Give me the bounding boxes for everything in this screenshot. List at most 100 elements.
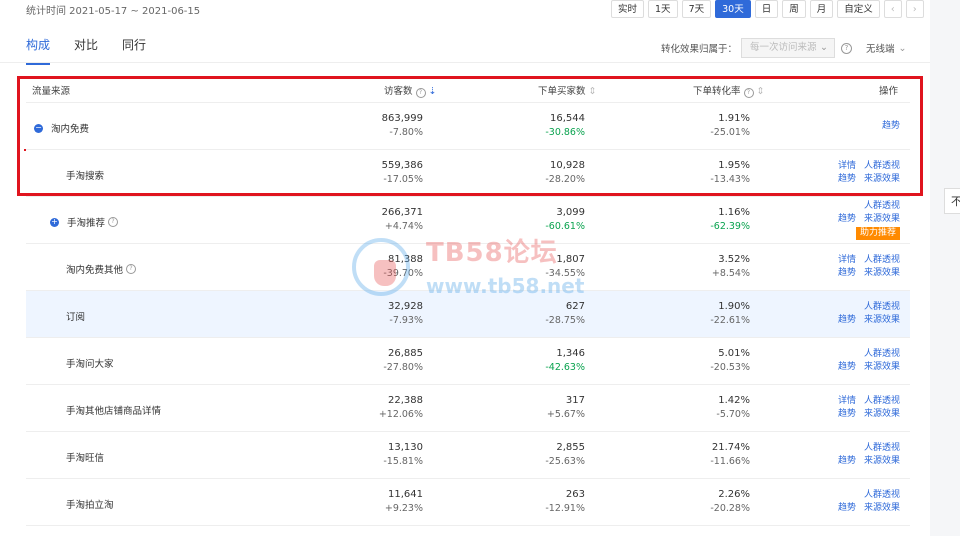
metric-cell: 2,855 -25.63% (475, 432, 585, 467)
header-conversion[interactable]: 下单转化率? ⇕ (693, 83, 765, 98)
action-line: 人群透视 (864, 348, 900, 361)
action-link[interactable]: 趋势 (838, 408, 856, 421)
action-link[interactable]: 人群透视 (864, 301, 900, 314)
tab-compare[interactable]: 对比 (74, 36, 98, 65)
action-link[interactable]: 趋势 (838, 314, 856, 327)
metric-cell: 3.52% +8.54% (640, 244, 750, 279)
action-link[interactable]: 人群透视 (864, 348, 900, 361)
table-row: 手淘旺信 13,130 -15.81% 2,855 -25.63% 21.74% -11.6… (26, 432, 910, 479)
metric-change: -39.70% (383, 268, 423, 279)
action-link[interactable]: 来源效果 (864, 314, 900, 327)
action-link[interactable]: 趋势 (838, 267, 856, 280)
metric-value: 16,544 (550, 113, 585, 124)
action-link[interactable]: 来源效果 (864, 455, 900, 468)
metric-change: -28.75% (545, 315, 585, 326)
range-day-button[interactable]: 日 (754, 0, 779, 18)
help-icon[interactable]: ? (108, 217, 119, 227)
metric-change: -28.20% (545, 174, 585, 185)
metric-change: -7.80% (389, 127, 423, 138)
range-custom-button[interactable]: 自定义 (837, 0, 880, 18)
metric-value: 1.90% (718, 301, 750, 312)
action-link[interactable]: 人群透视 (864, 200, 900, 213)
action-line: 趋势 来源效果 (838, 267, 900, 280)
action-link[interactable]: 来源效果 (864, 408, 900, 421)
help-icon[interactable]: ? (415, 88, 426, 98)
action-link[interactable]: 来源效果 (864, 267, 900, 280)
attribution-select[interactable]: 每一次访问来源 ⌄ (741, 38, 836, 58)
action-link[interactable]: 人群透视 (864, 395, 900, 408)
table-row: 订阅 32,928 -7.93% 627 -28.75% 1.90% -22.61% 人群透视… (26, 291, 910, 338)
metric-cell: 1.16% -62.39% (640, 197, 750, 232)
tab-peers[interactable]: 同行 (122, 36, 146, 65)
sort-icon[interactable]: ⇣ (429, 86, 437, 97)
source-name: 淘内免费 (51, 124, 90, 135)
action-link[interactable]: 详情 (838, 160, 856, 173)
action-link[interactable]: 趋势 (882, 120, 900, 133)
tab-composition[interactable]: 构成 (26, 36, 51, 65)
action-link[interactable]: 人群透视 (864, 442, 900, 455)
metric-value: 3,099 (556, 207, 585, 218)
metric-change: -30.86% (545, 127, 585, 138)
action-link[interactable]: 人群透视 (864, 489, 900, 502)
tab-bar: 构成 对比 同行 (26, 36, 170, 65)
action-link[interactable]: 详情 (838, 395, 856, 408)
range-month-button[interactable]: 月 (809, 0, 834, 18)
metric-value: 1.95% (718, 160, 750, 171)
table-row: 手淘问大家 26,885 -27.80% 1,346 -42.63% 5.01% -20.5… (26, 338, 910, 385)
device-select[interactable]: 无线端 (866, 41, 895, 55)
boost-button[interactable]: 助力推荐 (855, 227, 900, 240)
header-conversion-label: 下单转化率 (693, 86, 741, 97)
header-visitors[interactable]: 访客数? ⇣ (384, 83, 437, 98)
chevron-left-icon[interactable]: ‹ (883, 0, 902, 18)
metric-value: 5.01% (718, 348, 750, 359)
table-row: 手淘其他店铺商品详情 22,388 +12.06% 317 +5.67% 1.42% -5.… (26, 385, 910, 432)
metric-change: -5.70% (716, 409, 750, 420)
range-30day-button[interactable]: 30天 (715, 0, 751, 18)
action-link[interactable]: 人群透视 (864, 254, 900, 267)
range-realtime-button[interactable]: 实时 (611, 0, 645, 18)
action-link[interactable]: 趋势 (838, 173, 856, 186)
date-range-buttons: 实时 1天 7天 30天 日 周 月 自定义 ‹ › (611, 0, 928, 18)
action-link[interactable]: 来源效果 (864, 173, 900, 186)
metric-change: -25.63% (545, 456, 585, 467)
metric-value: 32,928 (388, 301, 423, 312)
metric-change: -22.61% (710, 315, 750, 326)
edge-tag[interactable]: 不 (944, 188, 960, 214)
help-icon[interactable]: ? (743, 88, 754, 98)
action-link[interactable]: 趋势 (838, 361, 856, 374)
expand-icon[interactable]: − (34, 123, 43, 133)
expand-icon[interactable]: + (50, 217, 59, 227)
source-cell: 手淘旺信 (66, 450, 104, 464)
chevron-down-icon[interactable]: ⌄ (899, 43, 907, 54)
metric-change: -15.81% (383, 456, 423, 467)
action-link[interactable]: 趋势 (838, 502, 856, 515)
sort-icon[interactable]: ⇕ (589, 86, 597, 97)
metric-cell: 22,388 +12.06% (313, 385, 423, 420)
range-7day-button[interactable]: 7天 (681, 0, 712, 18)
chevron-right-icon[interactable]: › (905, 0, 924, 18)
range-1day-button[interactable]: 1天 (648, 0, 678, 18)
source-cell: + 手淘推荐? (50, 215, 119, 229)
action-link[interactable]: 趋势 (838, 213, 856, 226)
action-link[interactable]: 趋势 (838, 455, 856, 468)
sort-icon[interactable]: ⇕ (757, 86, 765, 97)
metric-value: 863,999 (381, 113, 423, 124)
metric-change: -62.39% (710, 221, 750, 232)
action-link[interactable]: 来源效果 (864, 502, 900, 515)
metric-value: 22,388 (388, 395, 423, 406)
action-line: 详情 人群透视 (838, 160, 900, 173)
metric-change: -13.43% (710, 174, 750, 185)
help-icon[interactable]: ? (126, 264, 137, 274)
action-link[interactable]: 来源效果 (864, 213, 900, 226)
metric-value: 1.42% (718, 395, 750, 406)
action-link[interactable]: 详情 (838, 254, 856, 267)
metric-cell: 32,928 -7.93% (313, 291, 423, 326)
range-week-button[interactable]: 周 (782, 0, 806, 18)
action-link[interactable]: 来源效果 (864, 361, 900, 374)
help-icon[interactable]: ? (841, 42, 853, 54)
metric-value: 559,386 (381, 160, 423, 171)
action-link[interactable]: 人群透视 (864, 160, 900, 173)
metric-change: +5.67% (546, 409, 585, 420)
action-cell: 详情 人群透视 趋势 来源效果 (838, 244, 900, 290)
header-buyers[interactable]: 下单买家数 ⇕ (538, 83, 597, 97)
